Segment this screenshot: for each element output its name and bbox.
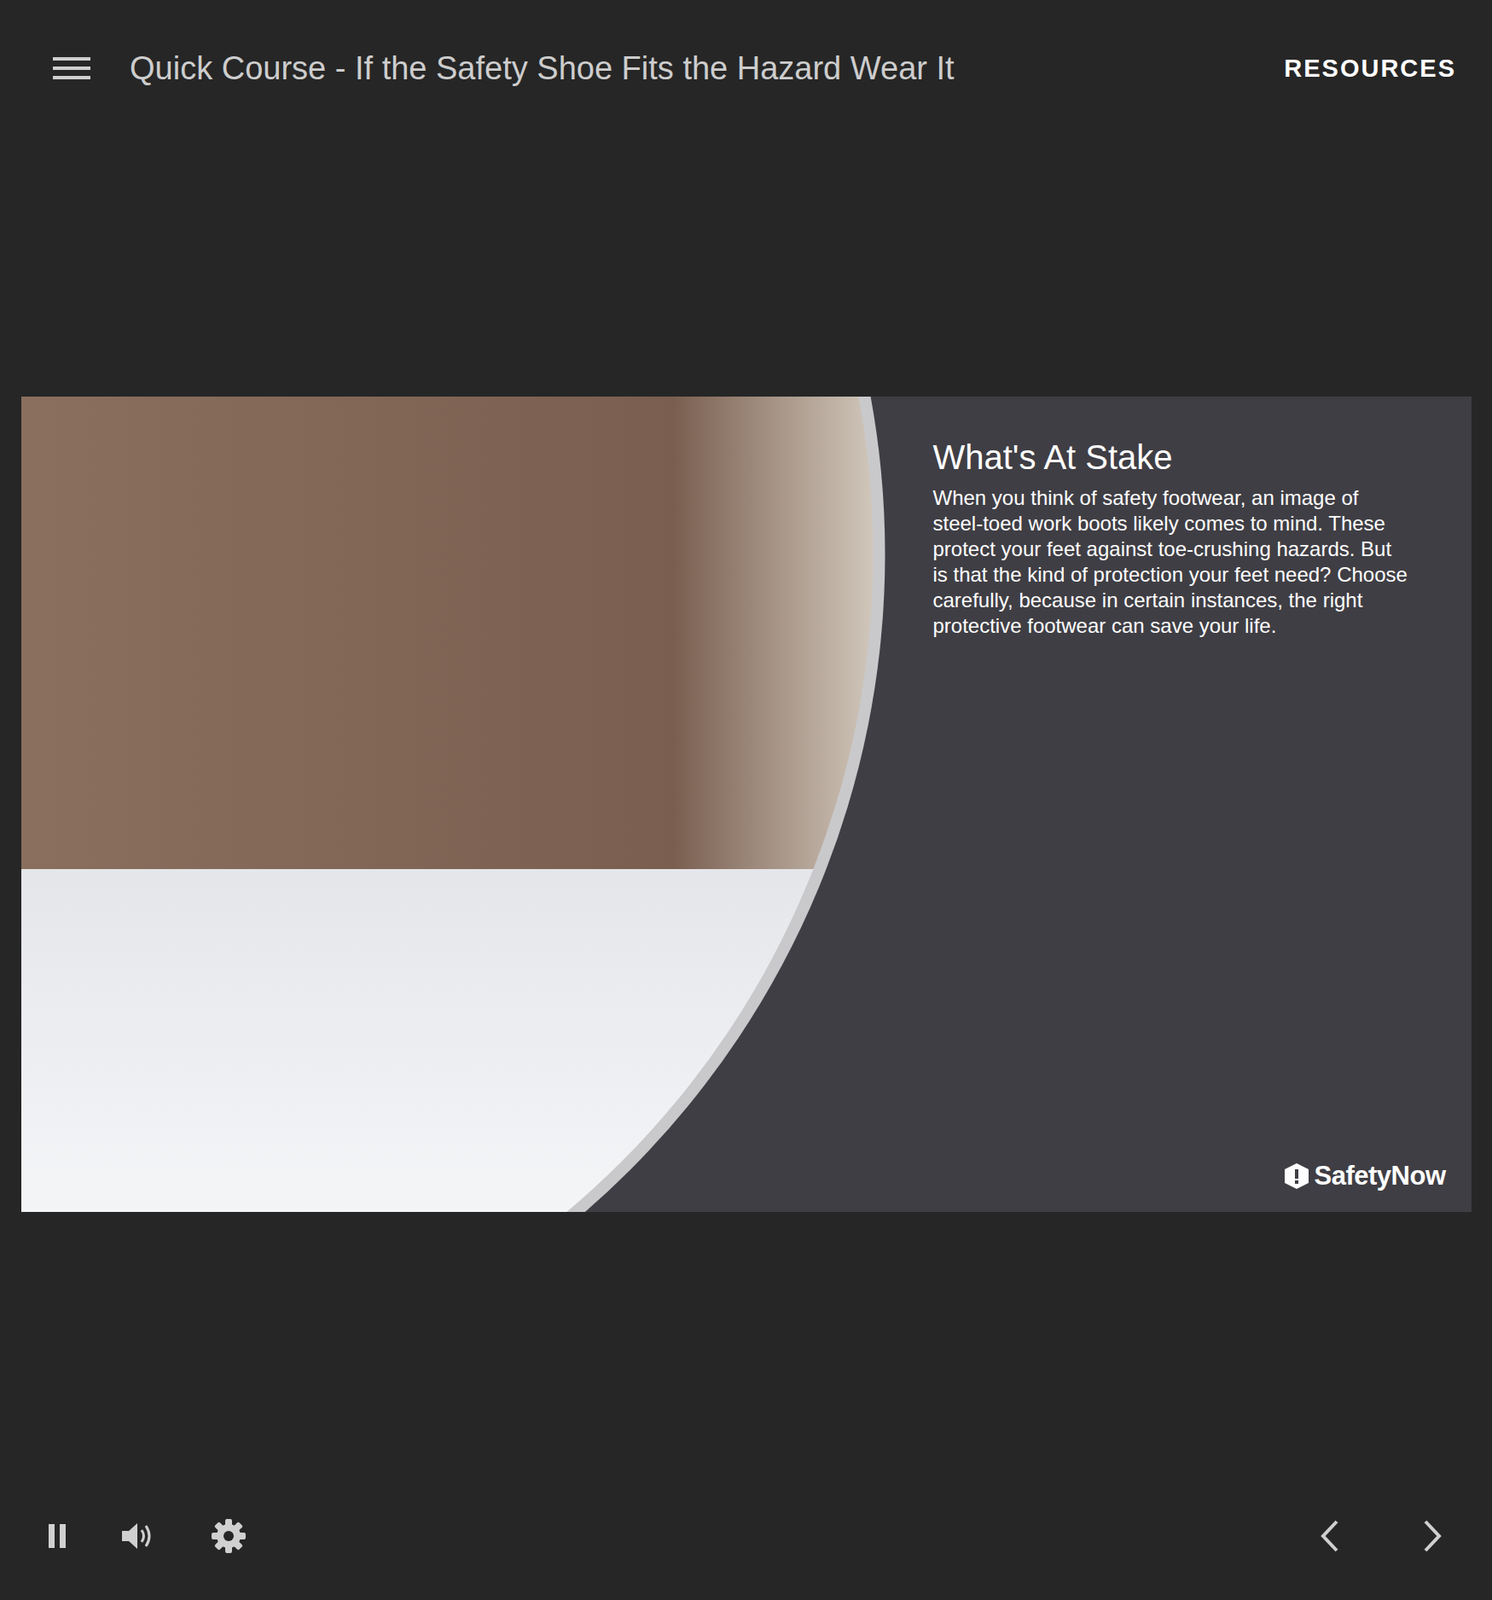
- volume-button[interactable]: [120, 1521, 158, 1552]
- stage: What's At Stake When you think of safety…: [0, 136, 1492, 1473]
- course-player: Quick Course - If the Safety Shoe Fits t…: [0, 0, 1492, 1600]
- settings-button[interactable]: [210, 1518, 247, 1555]
- logo-shield-icon: [1282, 1161, 1312, 1191]
- safetynow-logo: SafetyNow: [1282, 1161, 1446, 1192]
- chevron-right-icon: [1422, 1519, 1445, 1554]
- slide: What's At Stake When you think of safety…: [21, 396, 1472, 1213]
- menu-button[interactable]: [52, 55, 91, 82]
- pause-icon: [46, 1522, 68, 1551]
- resources-button[interactable]: RESOURCES: [1277, 49, 1463, 88]
- gear-icon: [210, 1518, 247, 1555]
- top-bar: Quick Course - If the Safety Shoe Fits t…: [0, 0, 1492, 137]
- player-controls: [0, 1472, 1492, 1600]
- course-title: Quick Course - If the Safety Shoe Fits t…: [129, 50, 955, 88]
- slide-heading: What's At Stake: [933, 437, 1429, 477]
- play-pause-button[interactable]: [46, 1522, 68, 1551]
- chevron-left-icon: [1317, 1519, 1341, 1554]
- slide-text: What's At Stake When you think of safety…: [933, 396, 1472, 1213]
- logo-text: SafetyNow: [1314, 1161, 1446, 1192]
- speaker-icon: [120, 1521, 158, 1552]
- next-button[interactable]: [1422, 1519, 1445, 1554]
- previous-button[interactable]: [1317, 1519, 1341, 1554]
- slide-body: When you think of safety footwear, an im…: [933, 485, 1411, 639]
- hamburger-icon: [52, 55, 91, 82]
